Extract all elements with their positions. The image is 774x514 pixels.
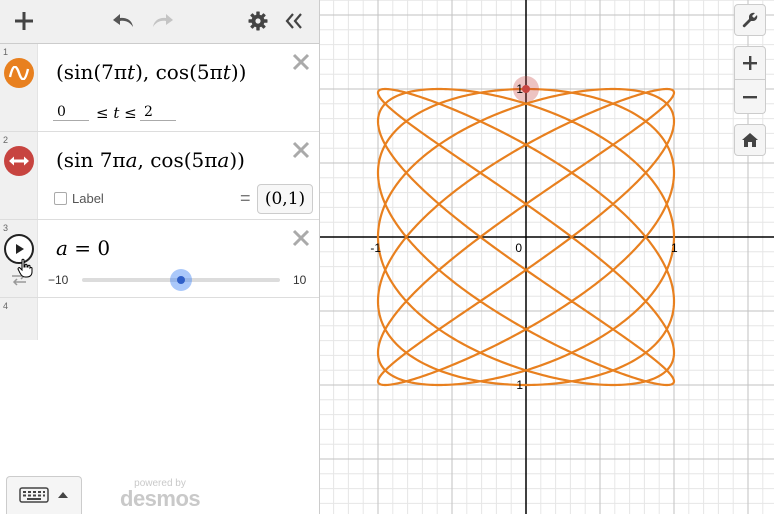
formula-variable: t <box>127 60 136 84</box>
graph-paper[interactable]: -1 1 0 1 1 <box>320 0 774 514</box>
formula-variable: a <box>125 148 138 172</box>
default-viewport-button[interactable] <box>734 124 766 156</box>
formula-variable: t <box>222 60 231 84</box>
close-icon[interactable] <box>291 140 311 160</box>
domain-variable: t <box>113 104 120 122</box>
expression-gutter: 4 <box>0 298 38 340</box>
expression-number: 2 <box>3 135 9 145</box>
zoom-out-button[interactable] <box>734 80 766 114</box>
x-axis-label-neg-1: -1 <box>370 241 381 255</box>
plus-icon <box>15 12 33 30</box>
minor-gridlines <box>320 0 774 514</box>
formula-part: )) <box>230 60 247 84</box>
redo-icon <box>153 14 173 27</box>
domain-max-input[interactable]: 2 <box>140 104 176 121</box>
formula-part: (sin 7π <box>56 148 126 172</box>
expression-formula[interactable]: (sin(7πt), cos(5πt)) <box>56 60 246 84</box>
major-gridlines <box>320 0 774 514</box>
slider-variable: a <box>56 236 68 260</box>
double-arrow-icon <box>9 156 29 166</box>
movable-point-icon[interactable] <box>4 146 34 176</box>
expression-number: 1 <box>3 47 9 57</box>
y-axis-label-neg-1: 1 <box>516 378 523 392</box>
label-checkbox[interactable] <box>54 192 67 205</box>
wrench-icon <box>742 12 758 28</box>
expression-gutter: 2 <box>0 132 38 219</box>
expression-row-2[interactable]: 2 (sin 7πa, cos(5πa)) Label = (0,1) <box>0 132 319 220</box>
powered-by-desmos-logo[interactable]: powered by desmos <box>120 478 201 511</box>
desmos-wordmark: desmos <box>120 486 201 511</box>
domain-inequality: ≤ t ≤ <box>96 104 137 122</box>
expression-row-1[interactable]: 1 (sin(7πt), cos(5πt)) 0 ≤ t ≤ 2 <box>0 44 319 132</box>
redo-button[interactable] <box>146 6 178 36</box>
keypad-toggle-button[interactable] <box>6 476 82 514</box>
slider-value-text: = 0 <box>67 236 111 260</box>
x-axis-label-1: 1 <box>671 241 678 255</box>
formula-part: )) <box>229 148 245 172</box>
axes <box>320 0 774 514</box>
slider-min-label[interactable]: −10 <box>48 273 68 287</box>
formula-part: (sin(7π <box>56 60 128 84</box>
close-icon[interactable] <box>291 228 311 248</box>
double-chevron-left-icon <box>285 13 302 29</box>
le-symbol: ≤ <box>96 104 109 122</box>
evaluated-value: (0,1) <box>257 184 313 214</box>
le-symbol: ≤ <box>124 104 137 122</box>
slider-max-label[interactable]: 10 <box>293 273 306 287</box>
undo-button[interactable] <box>108 6 140 36</box>
expression-gutter: 3 <box>0 220 38 297</box>
plus-icon <box>743 56 757 70</box>
formula-part: ), cos(5π <box>135 60 223 84</box>
formula-part: , cos(5π <box>137 148 218 172</box>
domain-min-input[interactable]: 0 <box>53 104 89 121</box>
expression-row-4[interactable]: 4 <box>0 298 319 340</box>
movable-point[interactable] <box>522 85 530 93</box>
expression-row-3[interactable]: 3 a = 0 −10 10 <box>0 220 319 298</box>
settings-button[interactable] <box>242 6 274 36</box>
add-expression-button[interactable] <box>8 6 40 36</box>
undo-icon <box>113 14 133 27</box>
label-checkbox-text: Label <box>72 191 104 206</box>
expression-toolbar <box>0 0 319 44</box>
keyboard-icon <box>19 487 49 503</box>
zoom-in-button[interactable] <box>734 46 766 80</box>
slider-formula[interactable]: a = 0 <box>56 236 110 260</box>
expression-number: 3 <box>3 223 9 233</box>
y-axis-label-1: 1 <box>516 82 523 96</box>
expression-gutter: 1 <box>0 44 38 131</box>
formula-variable: a <box>217 148 230 172</box>
expression-list-panel: 1 (sin(7πt), cos(5πt)) 0 ≤ t ≤ 2 2 (sin … <box>0 0 320 514</box>
play-icon <box>16 244 24 254</box>
home-icon <box>742 133 758 147</box>
expression-number: 4 <box>3 301 9 311</box>
panel-footer: powered by desmos <box>0 340 319 514</box>
caret-up-icon <box>58 492 68 498</box>
equals-sign: = <box>240 188 251 208</box>
collapse-list-button[interactable] <box>278 6 310 36</box>
hand-cursor-icon <box>17 258 33 278</box>
close-icon[interactable] <box>291 52 311 72</box>
slider-thumb[interactable] <box>177 276 185 284</box>
gear-icon <box>248 11 268 31</box>
graph-settings-button[interactable] <box>734 4 766 36</box>
parametric-curve-icon[interactable] <box>4 58 34 88</box>
expression-formula[interactable]: (sin 7πa, cos(5πa)) <box>56 148 245 172</box>
wave-glyph-icon <box>8 66 30 80</box>
graph-canvas[interactable]: -1 1 0 1 1 <box>320 0 774 514</box>
minus-icon <box>743 95 757 98</box>
origin-label: 0 <box>515 241 522 255</box>
